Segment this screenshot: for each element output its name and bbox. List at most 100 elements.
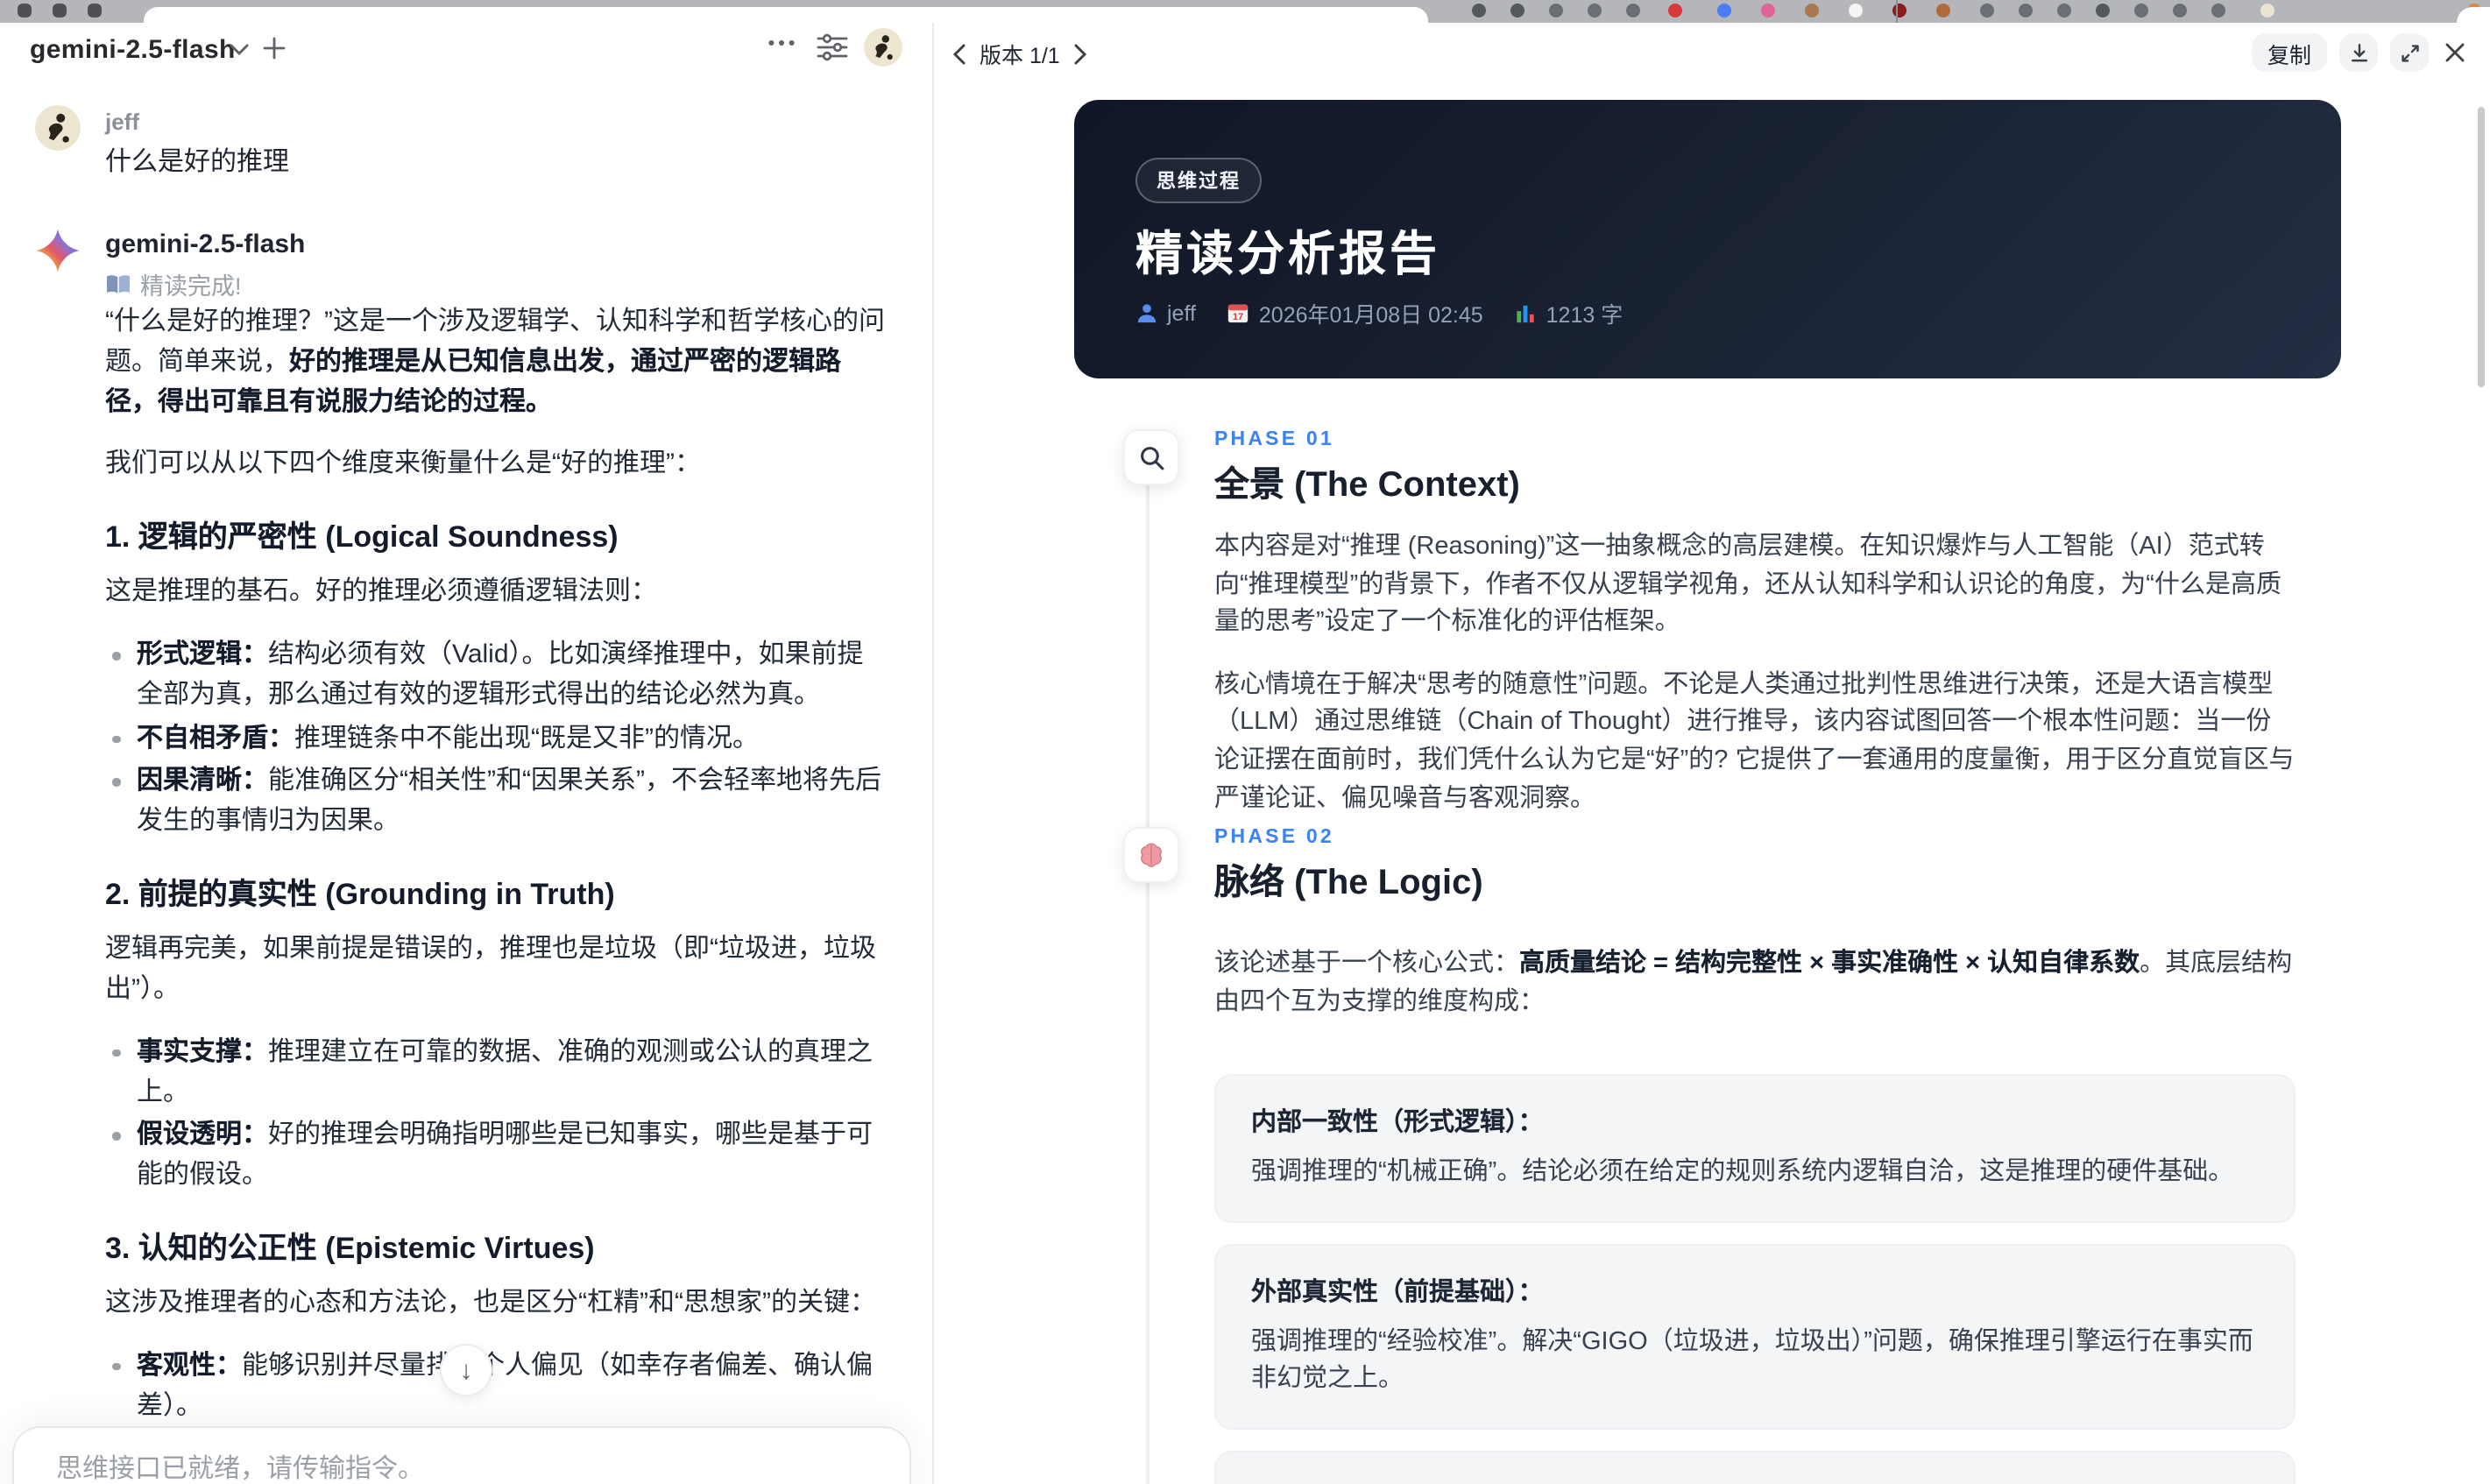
menubar-icon[interactable] [1936,4,1950,18]
close-button[interactable] [2441,39,2469,67]
window-corner [2457,7,2490,23]
viewer-actions: 复制 [2251,33,2469,72]
close-icon [2445,43,2465,62]
menubar-icon[interactable] [1588,4,1602,18]
message-input[interactable]: 思维接口已就绪，请传输指令。 [12,1426,911,1484]
menubar-icon[interactable] [1717,4,1731,18]
report-meta: jeff 17 2026年01月08日 02:45 1213 字 [1135,296,1623,329]
address-bar[interactable] [144,7,1428,23]
phase-label: PHASE 01 [1214,429,1334,450]
user-message-text: 什么是好的推理 [105,147,290,177]
paragraph: 逻辑再完美，如果前提是错误的，推理也是垃圾（即“垃圾进，垃圾出”）。 [105,934,876,1004]
version-label: 版本 1/1 [980,44,1060,68]
paragraph: 这涉及推理者的心态和方法论，也是区分“杠精”和“思想家”的关键： [105,1288,876,1318]
assistant-status: 精读完成! [105,266,242,301]
chat-header: gemini-2.5-flash [0,23,932,79]
report-badge: 思维过程 [1135,158,1262,203]
brain-icon [1141,843,1162,867]
menubar-icon[interactable] [1980,4,1994,18]
jeff-avatar [35,105,81,151]
menubar-icon[interactable] [1892,4,1906,18]
fullscreen-button[interactable] [2390,33,2429,72]
assistant-message-body: “什么是好的推理？”这是一个涉及逻辑学、认知科学和哲学核心的问题。简单来说，好的… [105,303,888,1484]
list-item: 事实支撑：推理建立在可靠的数据、准确的观测或公认的真理之上。 [105,1034,888,1113]
menubar-icon[interactable] [18,4,32,18]
chevron-down-icon[interactable] [230,44,249,56]
dimension-card: 内部一致性（形式逻辑）： 强调推理的“机械正确”。结论必须在给定的规则系统内逻辑… [1214,1074,2295,1223]
paragraph: “什么是好的推理？”这是一个涉及逻辑学、认知科学和哲学核心的问题。简单来说，好的… [105,307,885,417]
user-avatar[interactable] [864,28,902,67]
menubar-strip [0,0,2490,23]
bullet-dot [112,1132,120,1141]
menubar-icon[interactable] [1761,4,1775,18]
arrow-down-icon: ↓ [459,1355,473,1385]
menubar-icon[interactable] [88,4,102,18]
scrollbar-thumb[interactable] [2478,107,2485,387]
list-item: 因果清晰：能准确区分“相关性”和“因果关系”，不会轻率地将先后发生的事情归为因果… [105,763,888,843]
svg-text:17: 17 [1234,312,1244,322]
section-heading: 3. 认知的公正性 (Epistemic Virtues) [105,1231,595,1265]
bullet-dot [112,1049,120,1057]
list-item: 不自相矛盾：推理链条中不能出现“既是又非”的情况。 [105,719,888,760]
more-options-icon[interactable] [768,39,796,47]
menubar-icon[interactable] [2096,4,2110,18]
dimension-cards: 内部一致性（形式逻辑）： 强调推理的“机械正确”。结论必须在给定的规则系统内逻辑… [1214,1074,2295,1484]
model-selector[interactable]: gemini-2.5-flash [30,35,236,65]
paragraph: 我们可以从以下四个维度来衡量什么是“好的推理”： [105,449,701,479]
person-icon [1137,304,1157,323]
calendar-icon: 17 [1228,304,1249,323]
chevron-right-icon[interactable] [1074,43,1088,64]
copy-button[interactable]: 复制 [2251,33,2327,72]
report-title: 精读分析报告 [1135,228,1440,280]
phase-section-2: PHASE 02 脉络 (The Logic) 该论述基于一个核心公式：高质量结… [1123,827,2345,1484]
list-item: 形式逻辑：结构必须有效（Valid）。比如演绎推理中，如果前提全部为真，那么通过… [105,636,888,716]
bullet-dot [112,735,120,744]
phase-paragraph: 核心情境在于解决“思考的随意性”问题。不论是人类通过批判性思维进行决策，还是大语… [1214,670,2295,813]
menubar-icon[interactable] [1549,4,1563,18]
menubar-icon[interactable] [1849,4,1863,18]
menubar-icon[interactable] [1510,4,1524,18]
bullet-dot [112,652,120,661]
dimension-card: 主体伦理（认识美德）： 转向推理者的心理特征。引入奥卡姆剃刀和反向论证，旨在克服… [1214,1450,2295,1484]
menubar-icon[interactable] [53,4,67,18]
input-placeholder: 思维接口已就绪，请传输指令。 [56,1454,425,1484]
phase-title: 全景 (The Context) [1214,466,1520,505]
viewer-header: 版本 1/1 复制 [934,23,2490,82]
menubar-separator [1896,0,1898,23]
menubar-icon[interactable] [1805,4,1819,18]
phase-title: 脉络 (The Logic) [1214,864,1483,902]
meta-date: 17 2026年01月08日 02:45 [1227,296,1483,329]
menubar-icon[interactable] [1472,4,1486,18]
paragraph: 这是推理的基石。好的推理必须遵循逻辑法则： [105,576,658,607]
phase-paragraph: 该论述基于一个核心公式：高质量结论 = 结构完整性 × 事实准确性 × 认知自律… [1214,950,2293,1016]
chevron-left-icon[interactable] [951,43,966,64]
menubar-icon[interactable] [1668,4,1682,18]
bullet-dot [112,778,120,787]
download-icon [2350,43,2367,61]
version-navigator: 版本 1/1 [951,37,1088,70]
section-heading: 2. 前提的真实性 (Grounding in Truth) [105,878,615,912]
menubar-icon[interactable] [2019,4,2033,18]
menubar-icon[interactable] [2260,4,2274,18]
scroll-to-bottom-button[interactable]: ↓ [440,1344,492,1396]
list-item: 假设透明：好的推理会明确指明哪些是已知事实，哪些是基于可能的假设。 [105,1117,888,1197]
settings-sliders-icon[interactable] [817,33,848,61]
app-window: gemini-2.5-flash jeff 什么是好的推理 gemini-2.5… [0,0,2490,1484]
menubar-icon[interactable] [2134,4,2148,18]
gemini-star-icon [33,226,82,275]
phase-paragraph: 本内容是对“推理 (Reasoning)”这一抽象概念的高层建模。在知识爆炸与人… [1214,533,2281,637]
bullet-dot [112,1362,120,1371]
book-icon [105,272,131,295]
section-heading: 1. 逻辑的严密性 (Logical Soundness) [105,520,619,555]
new-chat-button[interactable] [263,37,286,60]
dimension-card: 外部真实性（前提基础）： 强调推理的“经验校准”。解决“GIGO（垃圾进，垃圾出… [1214,1243,2295,1430]
menubar-icon[interactable] [1626,4,1640,18]
menubar-icon[interactable] [2211,4,2225,18]
phase-label: PHASE 02 [1214,827,1334,848]
menubar-icon[interactable] [2173,4,2187,18]
expand-icon [2401,44,2418,61]
download-button[interactable] [2339,33,2378,72]
magnifier-icon [1140,446,1164,470]
report-hero-card: 思维过程 精读分析报告 jeff 17 2026年01月08日 02:45 12… [1074,100,2341,378]
menubar-icon[interactable] [2057,4,2071,18]
